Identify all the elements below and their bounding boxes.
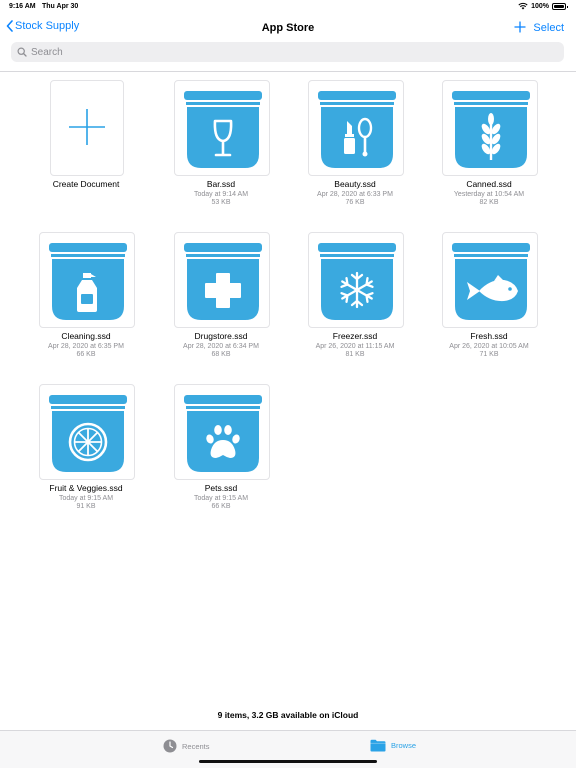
file-thumbnail — [442, 80, 538, 176]
file-size: 66 KB — [76, 351, 96, 358]
file-name: Beauty.ssd — [334, 179, 376, 189]
file-date: Today at 9:15 AM — [193, 495, 249, 502]
add-button[interactable] — [513, 20, 527, 39]
status-time: 9:16 AM — [9, 3, 36, 10]
plus-icon — [69, 109, 105, 145]
paw-print-icon — [184, 395, 262, 472]
file-thumbnail — [308, 232, 404, 328]
tab-browse[interactable]: Browse — [370, 739, 416, 752]
search-bar[interactable] — [11, 42, 564, 62]
create-document-label: Create Document — [52, 179, 120, 189]
file-size: 71 KB — [479, 351, 499, 358]
battery-percent: 100% — [531, 2, 549, 10]
tab-recents[interactable]: Recents — [163, 739, 210, 753]
file-thumbnail — [442, 232, 538, 328]
file-size: 81 KB — [345, 351, 365, 358]
clock-icon — [163, 739, 177, 753]
create-document-thumbnail — [50, 80, 124, 176]
wheat-icon — [452, 91, 530, 168]
navigation-bar: Stock Supply App Store Select — [0, 14, 576, 42]
medical-cross-icon — [184, 243, 262, 320]
file-thumbnail — [39, 384, 135, 480]
file-name: Fruit & Veggies.ssd — [49, 483, 123, 493]
fish-icon — [452, 243, 530, 320]
file-thumbnail — [174, 232, 270, 328]
file-name: Canned.ssd — [466, 179, 512, 189]
snowflake-icon — [318, 243, 396, 320]
battery-icon — [552, 2, 568, 10]
file-name: Drugstore.ssd — [194, 331, 248, 341]
plus-icon — [514, 21, 526, 33]
home-indicator — [199, 760, 377, 763]
file-name: Cleaning.ssd — [61, 331, 111, 341]
lipstick-mirror-icon — [318, 91, 396, 168]
status-date: Thu Apr 30 — [42, 3, 79, 10]
wine-glass-icon — [184, 91, 262, 168]
file-name: Pets.ssd — [204, 483, 238, 493]
file-size: 76 KB — [345, 199, 365, 206]
search-input[interactable] — [31, 46, 551, 58]
tab-browse-label: Browse — [391, 741, 417, 750]
file-date: Apr 26, 2020 at 11:15 AM — [315, 343, 395, 350]
file-date: Today at 9:14 AM — [193, 191, 249, 198]
folder-icon — [370, 739, 386, 752]
file-date: Apr 28, 2020 at 6:33 PM — [317, 191, 393, 198]
storage-summary: 9 items, 3.2 GB available on iCloud — [217, 710, 359, 720]
file-thumbnail — [174, 80, 270, 176]
file-name: Fresh.ssd — [470, 331, 508, 341]
header-divider — [0, 71, 576, 72]
select-button[interactable]: Select — [533, 22, 564, 34]
tab-recents-label: Recents — [182, 741, 210, 751]
file-thumbnail — [308, 80, 404, 176]
status-indicators: 100% — [518, 2, 568, 10]
file-date: Apr 28, 2020 at 6:34 PM — [183, 343, 259, 350]
file-date: Yesterday at 10:54 AM — [453, 191, 525, 198]
file-date: Apr 28, 2020 at 6:35 PM — [48, 343, 124, 350]
file-date: Today at 9:15 AM — [58, 495, 114, 502]
file-name: Freezer.ssd — [332, 331, 378, 341]
file-size: 68 KB — [211, 351, 231, 358]
file-thumbnail — [174, 384, 270, 480]
citrus-slice-icon — [49, 395, 127, 472]
file-name: Bar.ssd — [206, 179, 236, 189]
wifi-icon — [518, 2, 528, 10]
status-bar: 9:16 AM Thu Apr 30 100% — [0, 0, 576, 14]
file-size: 53 KB — [211, 199, 231, 206]
page-title: App Store — [261, 22, 315, 34]
detergent-bottle-icon — [49, 243, 127, 320]
file-size: 66 KB — [211, 503, 231, 510]
file-size: 91 KB — [76, 503, 96, 510]
file-thumbnail — [39, 232, 135, 328]
file-size: 82 KB — [479, 199, 499, 206]
search-icon — [17, 47, 27, 57]
file-date: Apr 26, 2020 at 10:05 AM — [449, 343, 529, 350]
